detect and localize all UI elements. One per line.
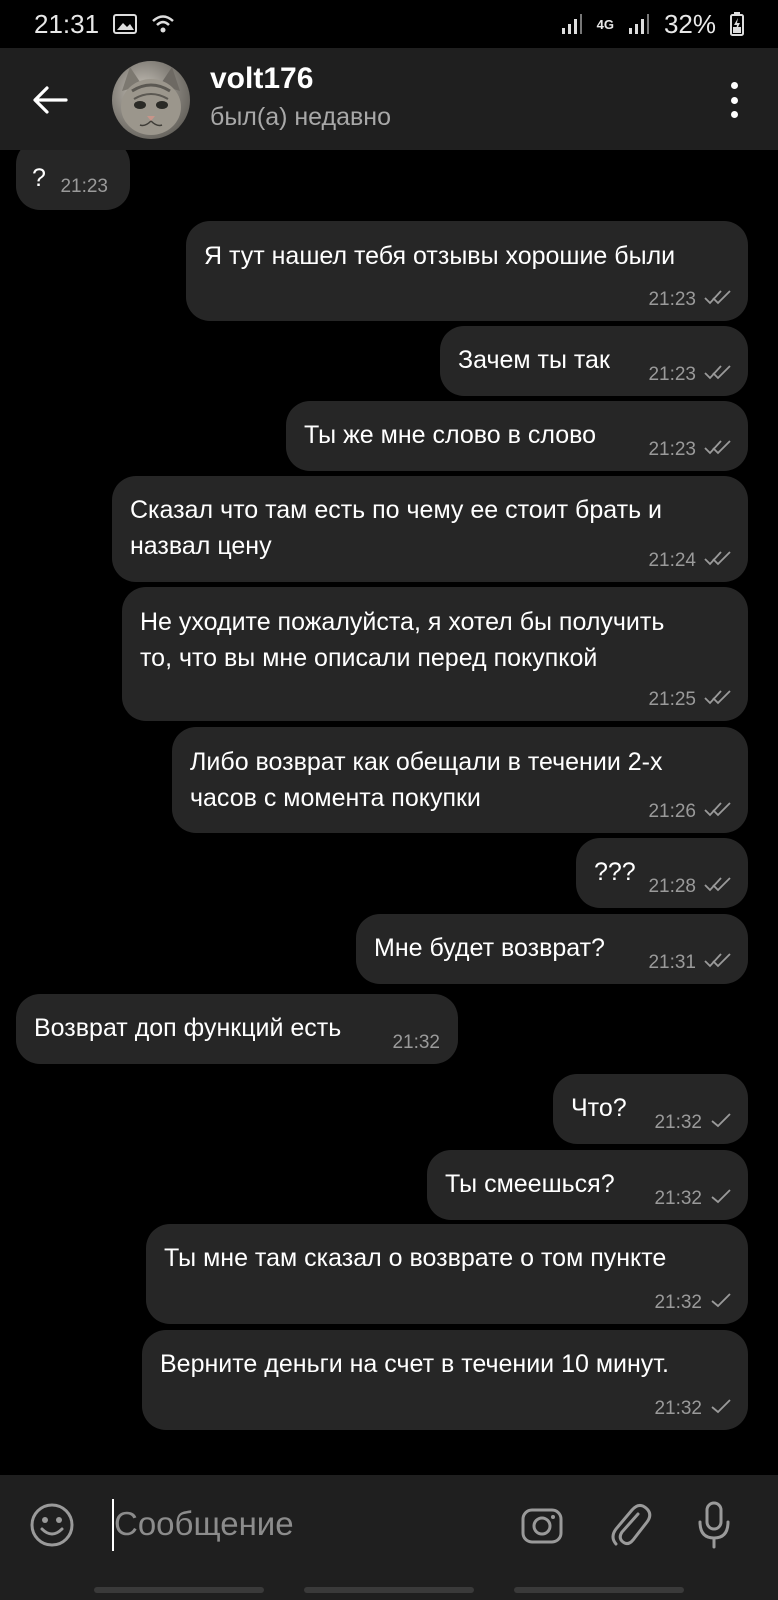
sent-check-icon [710, 1292, 734, 1314]
message-time: 21:23 [60, 176, 108, 197]
wifi-icon [151, 13, 175, 35]
message-bubble-outgoing[interactable]: Я тут нашел тебя отзывы хорошие были 21:… [186, 221, 748, 321]
read-double-check-icon [704, 801, 734, 823]
message-text: Зачем ты так [458, 346, 610, 374]
sent-check-icon [710, 1188, 734, 1210]
read-double-check-icon [704, 550, 734, 572]
read-double-check-icon [704, 289, 734, 311]
message-text-line-2: то, что вы мне описали перед покупкой [140, 644, 598, 672]
message-bubble-outgoing[interactable]: Ты мне там сказал о возврате о том пункт… [146, 1224, 748, 1324]
message-bubble-outgoing[interactable]: ??? 21:28 [576, 838, 748, 908]
message-bubble-incoming[interactable]: ? 21:23 [16, 150, 130, 210]
read-double-check-icon [704, 364, 734, 386]
message-time: 21:23 [648, 289, 696, 310]
message-text: ??? [594, 858, 636, 886]
message-input[interactable]: Сообщение [114, 1505, 294, 1543]
message-time: 21:32 [654, 1292, 702, 1313]
message-bubble-outgoing[interactable]: Верните деньги на счет в течении 10 мину… [142, 1330, 748, 1430]
emoji-icon[interactable] [26, 1499, 78, 1551]
message-bubble-outgoing[interactable]: Либо возврат как обещали в течении 2-х ч… [172, 727, 748, 833]
message-text-line-1: Сказал что там есть по чему ее стоит бра… [130, 496, 663, 524]
read-double-check-icon [704, 689, 734, 711]
signal-icon [561, 13, 583, 35]
message-bubble-incoming[interactable]: Возврат доп функций есть 21:32 [16, 994, 458, 1064]
message-time: 21:24 [648, 550, 696, 571]
read-double-check-icon [704, 952, 734, 974]
message-bubble-outgoing[interactable]: Сказал что там есть по чему ее стоит бра… [112, 476, 748, 582]
message-text: Ты мне там сказал о возврате о том пункт… [164, 1244, 667, 1272]
message-bubble-outgoing[interactable]: Что? 21:32 [553, 1074, 748, 1144]
signal-icon-2 [628, 13, 650, 35]
message-time: 21:32 [654, 1188, 702, 1209]
status-bar: 21:31 4G 32% [0, 0, 778, 48]
contact-last-seen: был(а) недавно [210, 103, 392, 131]
microphone-icon[interactable] [690, 1497, 738, 1553]
message-time: 21:23 [648, 439, 696, 460]
message-text: Ты же мне слово в слово [304, 421, 597, 449]
message-time: 21:23 [648, 364, 696, 385]
message-text-line-1: Либо возврат как обещали в течении 2-х [190, 748, 663, 776]
message-time: 21:25 [648, 689, 696, 710]
attach-icon[interactable] [604, 1497, 656, 1553]
sent-check-icon [710, 1398, 734, 1420]
message-time: 21:32 [654, 1398, 702, 1419]
message-text: Возврат доп функций есть [34, 1014, 342, 1042]
sent-check-icon [710, 1112, 734, 1134]
message-list: ? 21:23 Я тут нашел тебя отзывы хорошие … [0, 150, 778, 1475]
network-type: 4G [596, 16, 614, 32]
message-bubble-outgoing[interactable]: Ты смеешься? 21:32 [427, 1150, 748, 1220]
message-composer: Сообщение [0, 1475, 778, 1600]
message-text: Верните деньги на счет в течении 10 мину… [160, 1350, 669, 1378]
message-bubble-outgoing[interactable]: Ты же мне слово в слово 21:23 [286, 401, 748, 471]
message-text-line-1: Не уходите пожалуйста, я хотел бы получи… [140, 608, 665, 636]
nav-bar-center [304, 1587, 474, 1593]
message-text: ? [32, 164, 46, 192]
battery-charging-icon [730, 12, 744, 36]
message-text: Ты смеешься? [445, 1170, 615, 1198]
message-time: 21:32 [654, 1112, 702, 1133]
nav-bar-left [94, 1587, 264, 1593]
more-options-icon[interactable] [722, 76, 746, 124]
read-double-check-icon [704, 439, 734, 461]
message-time: 21:32 [392, 1032, 440, 1053]
nav-bar-right [514, 1587, 684, 1593]
message-time: 21:31 [648, 952, 696, 973]
message-text-line-2: назвал цену [130, 532, 272, 560]
message-bubble-outgoing[interactable]: Мне будет возврат? 21:31 [356, 914, 748, 984]
message-text: Мне будет возврат? [374, 934, 605, 962]
status-time: 21:31 [34, 8, 100, 39]
message-bubble-outgoing[interactable]: Не уходите пожалуйста, я хотел бы получи… [122, 587, 748, 721]
read-double-check-icon [704, 876, 734, 898]
gallery-notification-icon [113, 14, 138, 34]
back-arrow-icon[interactable] [28, 78, 72, 122]
avatar[interactable] [112, 61, 190, 139]
camera-icon[interactable] [516, 1499, 568, 1551]
contact-name[interactable]: volt176 [210, 62, 313, 96]
battery-percent: 32% [663, 8, 716, 39]
message-time: 21:26 [648, 801, 696, 822]
message-time: 21:28 [648, 876, 696, 897]
message-bubble-outgoing[interactable]: Зачем ты так 21:23 [440, 326, 748, 396]
message-text-line-2: часов с момента покупки [190, 784, 481, 812]
chat-header: volt176 был(а) недавно [0, 48, 778, 150]
message-text: Что? [571, 1094, 627, 1122]
message-text: Я тут нашел тебя отзывы хорошие были [204, 242, 676, 270]
